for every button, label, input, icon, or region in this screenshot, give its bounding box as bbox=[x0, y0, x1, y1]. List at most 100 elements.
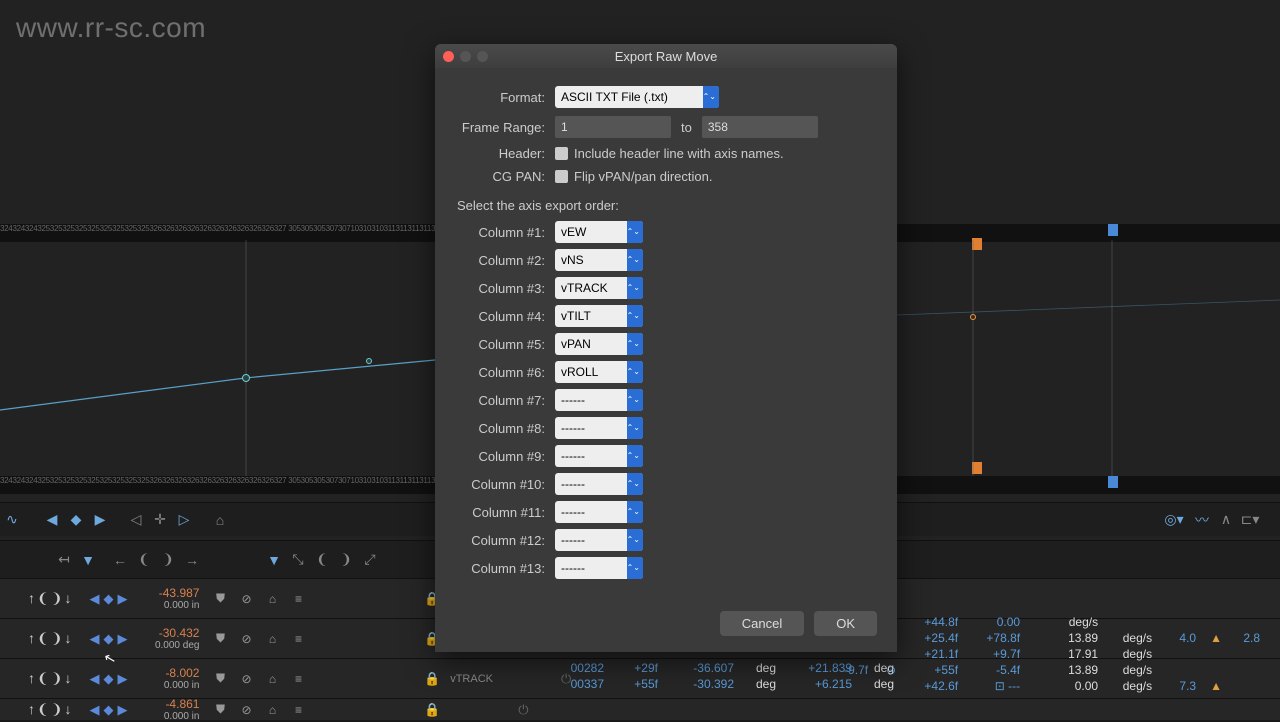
cgpan-checkbox[interactable] bbox=[555, 170, 568, 183]
column-select-3[interactable]: vTRACK ⌃⌄ bbox=[555, 277, 643, 299]
column-select-11[interactable]: ------ ⌃⌄ bbox=[555, 501, 643, 523]
next-key-icon[interactable]: ▶ bbox=[117, 631, 127, 647]
column-select-8[interactable]: ------ ⌃⌄ bbox=[555, 417, 643, 439]
shield-icon[interactable]: ⛊ bbox=[211, 590, 229, 608]
marker-range-end-2[interactable] bbox=[1108, 476, 1118, 488]
paren-right-icon[interactable]: ❩ bbox=[51, 590, 63, 607]
paren-right2-icon[interactable]: ❩ bbox=[336, 550, 356, 570]
paren-left2-icon[interactable]: ❨ bbox=[312, 550, 332, 570]
column-select-4[interactable]: vTILT ⌃⌄ bbox=[555, 305, 643, 327]
linear-icon[interactable]: ∧ bbox=[1216, 510, 1236, 530]
funnel2-icon[interactable]: ▼ bbox=[264, 550, 284, 570]
column-select-12[interactable]: ------ ⌃⌄ bbox=[555, 529, 643, 551]
prev-icon[interactable]: ◁ bbox=[126, 510, 146, 530]
marker-range-end[interactable] bbox=[1108, 224, 1118, 236]
disable-icon[interactable]: ⊘ bbox=[237, 670, 255, 688]
menu-icon[interactable]: ≡ bbox=[289, 630, 307, 648]
lock-icon[interactable]: 🔒 bbox=[424, 671, 440, 687]
wave-icon[interactable]: ∿ bbox=[2, 510, 22, 530]
next-key-icon[interactable]: ▶ bbox=[117, 591, 127, 607]
column-select-13[interactable]: ------ ⌃⌄ bbox=[555, 557, 643, 579]
marker-playhead-2[interactable] bbox=[972, 462, 982, 474]
track-key-group[interactable]: ◀ ◆ ▶ bbox=[89, 671, 127, 687]
next-key-icon[interactable]: ▶ bbox=[117, 702, 127, 718]
home-icon[interactable]: ⌂ bbox=[263, 670, 281, 688]
prev-key-icon[interactable]: ◀ bbox=[89, 702, 99, 718]
menu-icon[interactable]: ≡ bbox=[289, 701, 307, 719]
paren-left-icon[interactable]: ❨ bbox=[134, 550, 154, 570]
track-key-group[interactable]: ◀ ◆ ▶ bbox=[89, 591, 127, 607]
column-select-6[interactable]: vROLL ⌃⌄ bbox=[555, 361, 643, 383]
track-nudge-group[interactable]: ↑ ❨ ❩ ↓ bbox=[28, 590, 71, 607]
ok-button[interactable]: OK bbox=[814, 611, 877, 636]
key-icon[interactable]: ◆ bbox=[103, 631, 113, 647]
frame-end-input[interactable] bbox=[702, 116, 818, 138]
next-icon[interactable]: ▷ bbox=[174, 510, 194, 530]
arrow-down-icon[interactable]: ↓ bbox=[64, 590, 71, 607]
paren-right-icon[interactable]: ❩ bbox=[51, 630, 63, 647]
shield-icon[interactable]: ⛊ bbox=[211, 630, 229, 648]
home-icon[interactable]: ⌂ bbox=[263, 701, 281, 719]
next-key-icon[interactable]: ▶ bbox=[90, 510, 110, 530]
column-select-7[interactable]: ------ ⌃⌄ bbox=[555, 389, 643, 411]
track-key-group[interactable]: ◀ ◆ ▶ bbox=[89, 702, 127, 718]
home-icon[interactable]: ⌂ bbox=[263, 630, 281, 648]
power-icon[interactable]: ⏻ bbox=[518, 702, 528, 718]
funnel-icon[interactable]: ▼ bbox=[78, 550, 98, 570]
home-icon[interactable]: ⌂ bbox=[263, 590, 281, 608]
arrow-down-icon[interactable]: ↓ bbox=[64, 670, 71, 687]
track-nudge-group[interactable]: ↑ ❨ ❩ ↓ bbox=[28, 670, 71, 687]
target-icon[interactable]: ◎▾ bbox=[1164, 510, 1184, 530]
frame-start-input[interactable] bbox=[555, 116, 671, 138]
step-icon[interactable]: ⊏▾ bbox=[1240, 510, 1260, 530]
crosshair-icon[interactable]: ✛ bbox=[150, 510, 170, 530]
back-icon[interactable]: ← bbox=[110, 550, 130, 570]
expand-in-icon[interactable]: ⤢ bbox=[360, 550, 380, 570]
curve-icon[interactable]: 〰 bbox=[1192, 510, 1212, 530]
paren-right-icon[interactable]: ❩ bbox=[51, 701, 63, 718]
keyframe-point-3[interactable] bbox=[970, 314, 976, 320]
paren-left-icon[interactable]: ❨ bbox=[37, 670, 49, 687]
arrow-down-icon[interactable]: ↓ bbox=[64, 701, 71, 718]
track-row-4[interactable]: ↑ ❨ ❩ ↓ ◀ ◆ ▶ -4.861 0.000 in ⛊ ⊘ ⌂ ≡ 🔒 bbox=[0, 698, 1280, 720]
prev-key-icon[interactable]: ◀ bbox=[89, 631, 99, 647]
arrow-down-icon[interactable]: ↓ bbox=[64, 630, 71, 647]
paren-right-icon[interactable]: ❩ bbox=[158, 550, 178, 570]
shield-icon[interactable]: ⛊ bbox=[211, 670, 229, 688]
keyframe-icon[interactable]: ◆ bbox=[66, 510, 86, 530]
prev-key-icon[interactable]: ◀ bbox=[42, 510, 62, 530]
column-select-9[interactable]: ------ ⌃⌄ bbox=[555, 445, 643, 467]
home-icon[interactable]: ⌂ bbox=[210, 510, 230, 530]
menu-icon[interactable]: ≡ bbox=[289, 590, 307, 608]
paren-left-icon[interactable]: ❨ bbox=[37, 590, 49, 607]
arrow-up-icon[interactable]: ↑ bbox=[28, 670, 35, 687]
cancel-button[interactable]: Cancel bbox=[720, 611, 804, 636]
key-icon[interactable]: ◆ bbox=[103, 702, 113, 718]
expand-out-icon[interactable]: ⤡ bbox=[288, 550, 308, 570]
arrow-up-icon[interactable]: ↑ bbox=[28, 630, 35, 647]
column-select-2[interactable]: vNS ⌃⌄ bbox=[555, 249, 643, 271]
column-select-1[interactable]: vEW ⌃⌄ bbox=[555, 221, 643, 243]
header-checkbox[interactable] bbox=[555, 147, 568, 160]
shield-icon[interactable]: ⛊ bbox=[211, 701, 229, 719]
dialog-titlebar[interactable]: Export Raw Move bbox=[435, 44, 897, 68]
keyframe-point-2[interactable] bbox=[366, 358, 372, 364]
arrow-up-icon[interactable]: ↑ bbox=[28, 590, 35, 607]
key-icon[interactable]: ◆ bbox=[103, 591, 113, 607]
paren-right-icon[interactable]: ❩ bbox=[51, 670, 63, 687]
column-select-5[interactable]: vPAN ⌃⌄ bbox=[555, 333, 643, 355]
marker-playhead[interactable] bbox=[972, 238, 982, 250]
format-select[interactable]: ASCII TXT File (.txt) ⌃⌄ bbox=[555, 86, 719, 108]
forward-icon[interactable]: → bbox=[182, 550, 202, 570]
track-nudge-group[interactable]: ↑ ❨ ❩ ↓ bbox=[28, 701, 71, 718]
track-nudge-group[interactable]: ↑ ❨ ❩ ↓ bbox=[28, 630, 71, 647]
paren-left-icon[interactable]: ❨ bbox=[37, 701, 49, 718]
prev-key-icon[interactable]: ◀ bbox=[89, 591, 99, 607]
key-icon[interactable]: ◆ bbox=[103, 671, 113, 687]
menu-icon[interactable]: ≡ bbox=[289, 670, 307, 688]
paren-left-icon[interactable]: ❨ bbox=[37, 630, 49, 647]
column-select-10[interactable]: ------ ⌃⌄ bbox=[555, 473, 643, 495]
arrow-up-icon[interactable]: ↑ bbox=[28, 701, 35, 718]
track-key-group[interactable]: ◀ ◆ ▶ bbox=[89, 631, 127, 647]
disable-icon[interactable]: ⊘ bbox=[237, 590, 255, 608]
